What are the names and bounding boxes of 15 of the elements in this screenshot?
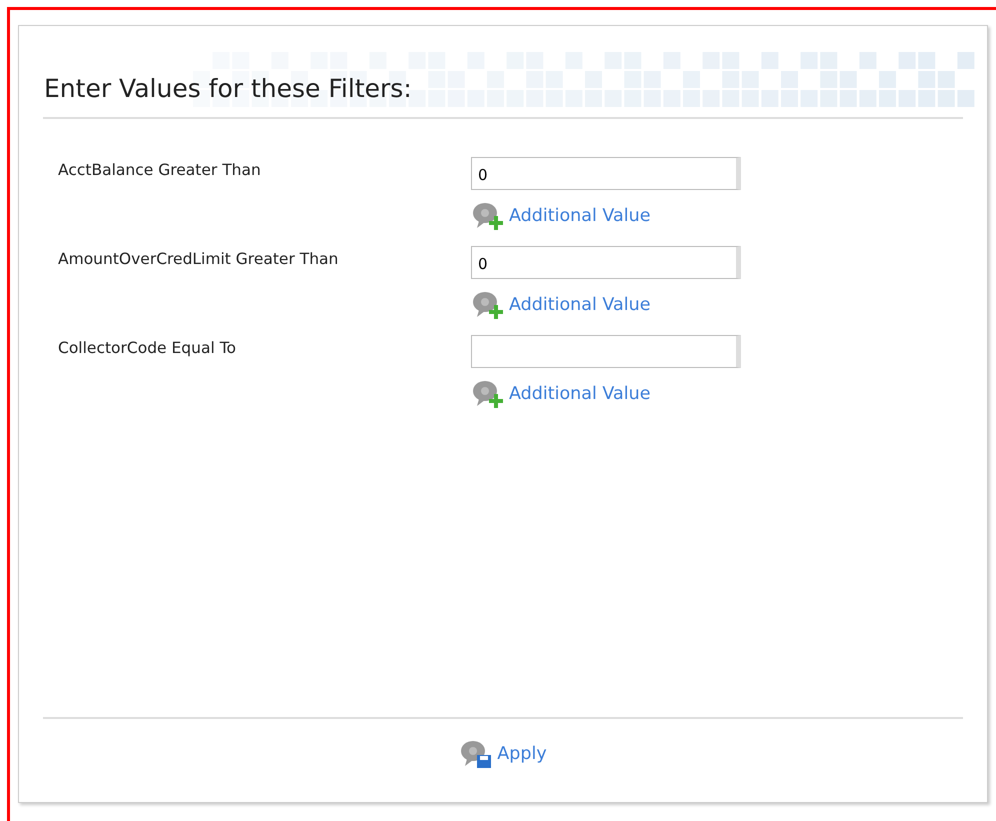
apply-link[interactable]: Apply: [459, 739, 547, 769]
panel-title: Enter Values for these Filters:: [43, 74, 412, 103]
save-bubble-icon: [459, 739, 494, 769]
add-bubble-icon: [471, 290, 505, 320]
filter-label: AcctBalance Greater Than: [57, 160, 262, 181]
filter-label: CollectorCode Equal To: [57, 338, 238, 359]
additional-value-link[interactable]: Additional Value: [471, 201, 650, 231]
filter-label: AmountOverCredLimit Greater Than: [57, 249, 340, 270]
filter-value-field[interactable]: 0: [471, 246, 741, 279]
add-bubble-icon: [471, 201, 505, 231]
additional-value-link[interactable]: Additional Value: [471, 379, 650, 409]
filter-value-field[interactable]: [471, 335, 741, 368]
additional-value-link[interactable]: Additional Value: [471, 290, 650, 320]
filter-value-field[interactable]: 0: [471, 157, 741, 190]
add-bubble-icon: [471, 379, 505, 409]
